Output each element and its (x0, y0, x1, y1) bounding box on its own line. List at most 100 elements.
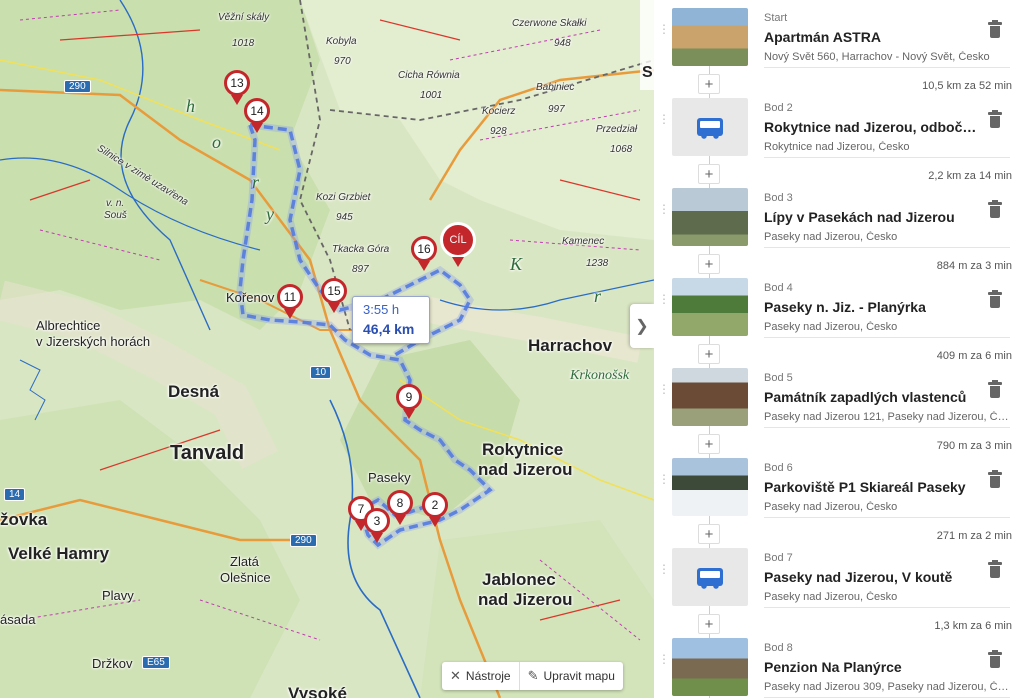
stop-title[interactable]: Lípy v Pasekách nad Jizerou (764, 209, 984, 225)
drag-handle-icon[interactable]: ⋮⋮ (658, 653, 680, 665)
route-marker[interactable]: 3 (364, 508, 390, 543)
peak-name: Przedział (596, 124, 638, 135)
stop-photo (672, 368, 748, 426)
region-letter: h (186, 96, 195, 116)
stop-kicker: Bod 5 (764, 372, 793, 384)
place-plavy: Plavy (102, 588, 134, 603)
place-vysoke: Vysoké (288, 684, 347, 698)
place-rokytnice: Rokytnice (482, 440, 564, 459)
stop-photo (672, 8, 748, 66)
stop-kicker: Bod 7 (764, 552, 793, 564)
place-velke-hamry: Velké Hamry (8, 544, 110, 563)
route-stop[interactable]: ⋮⋮ Bod 3 Lípy v Pasekách nad Jizerou Paseky… (654, 180, 1024, 252)
drag-handle-icon[interactable]: ⋮⋮ (658, 203, 680, 215)
region-letter: r (594, 286, 602, 306)
region-letter: y (266, 204, 274, 224)
region-letter: r (252, 172, 260, 192)
route-marker[interactable]: 14 (244, 98, 270, 133)
route-marker-finish[interactable]: CÍL (440, 222, 476, 267)
stop-title[interactable]: Parkoviště P1 Skiareál Paseky (764, 479, 984, 495)
peak-elevation: 997 (548, 104, 565, 115)
trash-icon[interactable] (988, 650, 1002, 668)
drag-handle-icon[interactable]: ⋮⋮ (658, 473, 680, 485)
drag-handle-icon[interactable]: ⋮⋮ (658, 23, 680, 35)
place-drzkov: Držkov (92, 656, 133, 671)
tools-button[interactable]: ✕ Nástroje (442, 662, 519, 690)
place-rokytnice-sub: nad Jizerou (478, 460, 573, 479)
trash-icon[interactable] (988, 290, 1002, 308)
trash-icon[interactable] (988, 470, 1002, 488)
route-marker[interactable]: 15 (321, 278, 347, 313)
stop-title[interactable]: Paseky nad Jizerou, V koutě (764, 569, 984, 585)
place-paseky: Paseky (368, 470, 411, 485)
peak-name: Kozi Grzbiet (316, 192, 371, 203)
peak-elevation: 897 (352, 264, 369, 275)
stop-title[interactable]: Apartmán ASTRA (764, 29, 984, 45)
edit-map-button[interactable]: ✎ Upravit mapu (518, 662, 623, 690)
place-harrachov: Harrachov (528, 336, 613, 355)
bus-icon (697, 118, 723, 139)
drag-handle-icon[interactable]: ⋮⋮ (658, 293, 680, 305)
route-distance: 46,4 km (363, 321, 415, 337)
collapse-panel-button[interactable]: ❯ (630, 304, 654, 348)
route-marker[interactable]: 9 (396, 384, 422, 419)
peak-elevation: 1018 (232, 38, 255, 49)
drag-handle-icon[interactable]: ⋮⋮ (658, 113, 680, 125)
stop-kicker: Bod 2 (764, 102, 793, 114)
route-marker[interactable]: 16 (411, 236, 437, 271)
stop-title[interactable]: Penzion Na Planýrce (764, 659, 984, 675)
region-letter: o (212, 132, 221, 152)
region-letter: K (510, 254, 523, 274)
route-stop[interactable]: ⋮⋮ Bod 4 Paseky n. Jiz. - Planýrka Paseky n… (654, 270, 1024, 342)
stop-kicker: Bod 3 (764, 192, 793, 204)
stop-title[interactable]: Paseky n. Jiz. - Planýrka (764, 299, 984, 315)
stop-kicker: Bod 6 (764, 462, 793, 474)
route-marker[interactable]: 8 (387, 490, 413, 525)
trash-icon[interactable] (988, 20, 1002, 38)
road-sign: 290 (290, 534, 317, 547)
stop-address: Paseky nad Jizerou 309, Paseky nad Jizer… (764, 681, 1010, 698)
trash-icon[interactable] (988, 560, 1002, 578)
route-stop[interactable]: ⋮⋮ Start Apartmán ASTRA Nový Svět 560, Harr… (654, 0, 1024, 72)
stop-thumbnail (672, 548, 748, 606)
route-stop[interactable]: ⋮⋮ Bod 5 Památník zapadlých vlastenců Pasek… (654, 360, 1024, 432)
stop-photo (672, 458, 748, 516)
tools-icon: ✕ (450, 668, 461, 683)
stop-title[interactable]: Památník zapadlých vlastenců (764, 389, 984, 405)
route-stop[interactable]: ⋮⋮ Bod 6 Parkoviště P1 Skiareál Paseky Pase… (654, 450, 1024, 522)
stop-title[interactable]: Rokytnice nad Jizerou, odbočka Paseky (764, 119, 984, 135)
peak-name: Kocierz (482, 106, 516, 117)
place-asada: ásada (0, 612, 36, 627)
route-stop[interactable]: ⋮⋮ Bod 8 Penzion Na Planýrce Paseky nad Jiz… (654, 630, 1024, 698)
peak-elevation: 1238 (586, 258, 609, 269)
route-time: 3:55 h (363, 302, 400, 317)
region-letter: S (642, 64, 653, 81)
chevron-right-icon: ❯ (635, 318, 649, 335)
route-stop[interactable]: ⋮⋮ Bod 2 Rokytnice nad Jizerou, odbočka Pa… (654, 90, 1024, 162)
route-stop[interactable]: ⋮⋮ Bod 7 Paseky nad Jizerou, V koutě Paseky… (654, 540, 1024, 612)
route-marker[interactable]: 13 (224, 70, 250, 105)
place-korenov: Kořenov (226, 290, 275, 305)
trash-icon[interactable] (988, 200, 1002, 218)
peak-name: Věžní skály (218, 12, 270, 23)
map-view[interactable]: Věžní skály 1018 Kobyla 970 Czerwone Ska… (0, 0, 654, 698)
place-desna: Desná (168, 382, 220, 401)
place-albrechtice: Albrechtice (36, 318, 101, 333)
place-zovka: žovka (0, 510, 48, 529)
edit-map-label: Upravit mapu (543, 669, 615, 683)
peak-name: Kobyla (326, 36, 357, 47)
peak-elevation: 948 (554, 38, 571, 49)
route-summary[interactable]: 3:55 h 46,4 km (352, 296, 430, 344)
route-marker[interactable]: 11 (277, 284, 303, 319)
place-vn: v. n. (106, 198, 125, 209)
trash-icon[interactable] (988, 110, 1002, 128)
drag-handle-icon[interactable]: ⋮⋮ (658, 383, 680, 395)
drag-handle-icon[interactable]: ⋮⋮ (658, 563, 680, 575)
trash-icon[interactable] (988, 380, 1002, 398)
peak-name: Tkacka Góra (332, 244, 390, 255)
stop-address: Paseky nad Jizerou, Česko (764, 231, 1010, 248)
route-marker[interactable]: 2 (422, 492, 448, 527)
peak-name: Cicha Równia (398, 70, 460, 81)
stop-photo (672, 188, 748, 246)
stop-address: Nový Svět 560, Harrachov - Nový Svět, Če… (764, 51, 1010, 68)
